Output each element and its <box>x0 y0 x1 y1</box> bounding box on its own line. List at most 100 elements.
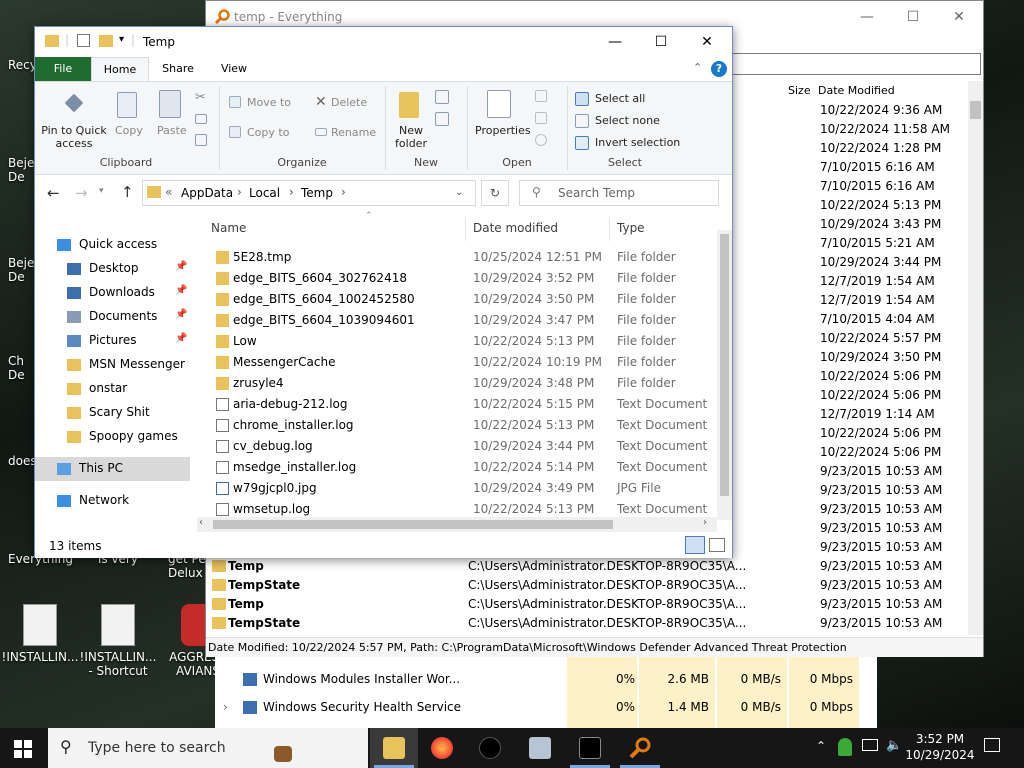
select-all-button[interactable]: Select all <box>595 92 645 105</box>
minimize-button[interactable]: — <box>844 1 890 33</box>
scroll-thumb[interactable] <box>720 234 729 496</box>
invert-selection-button[interactable]: Invert selection <box>595 136 680 149</box>
sidebar-item-onstar[interactable]: onstar <box>35 377 190 401</box>
desktop-icon-label[interactable]: Ch De <box>8 354 25 382</box>
file-row[interactable]: MessengerCache 10/22/2024 10:19 PM File fo… <box>213 352 720 373</box>
rename-button[interactable]: Rename <box>331 126 376 139</box>
name-column-header[interactable]: Name <box>211 221 246 235</box>
properties-button[interactable]: Properties <box>475 124 531 137</box>
sidebar-item-spoopy-games[interactable]: Spoopy games <box>35 425 190 449</box>
volume-icon[interactable]: 🔈 <box>886 738 902 753</box>
pin-to-quick-access-button[interactable]: Pin to Quick access <box>41 124 107 150</box>
select-none-button[interactable]: Select none <box>595 114 660 127</box>
overflow-chevron-icon[interactable]: « <box>165 185 172 199</box>
details-view-icon[interactable] <box>685 536 705 554</box>
up-arrow-icon[interactable]: ↑ <box>121 183 134 201</box>
copy-path-icon[interactable] <box>195 114 207 124</box>
tab-view[interactable]: View <box>211 57 257 81</box>
scroll-thumb[interactable] <box>970 101 981 119</box>
edit-icon[interactable] <box>535 112 547 124</box>
properties-check-icon[interactable] <box>77 34 90 47</box>
everything-search-input[interactable] <box>731 53 981 75</box>
forward-arrow-icon[interactable]: → <box>75 184 88 202</box>
cut-icon[interactable]: ✂ <box>195 90 206 105</box>
file-row[interactable]: edge_BITS_6604_1002452580 10/29/2024 3:50… <box>213 289 720 310</box>
date-modified-column-header[interactable]: Date modified <box>473 221 558 235</box>
close-button[interactable]: ✕ <box>684 27 730 57</box>
scroll-left-icon[interactable]: ‹ <box>199 517 203 528</box>
file-row[interactable]: Low 10/22/2024 5:13 PM File folder <box>213 331 720 352</box>
process-row[interactable]: › Windows Security Health Service 0% 1.4 MB… <box>215 694 877 722</box>
sidebar-item-pictures[interactable]: Pictures 📌 <box>35 329 190 353</box>
chevron-down-icon[interactable]: ⌄ <box>455 187 463 198</box>
file-list-horizontal-scrollbar[interactable]: ‹ › <box>197 517 717 532</box>
desktop-icon[interactable]: !INSTALLIN... - Shortcut <box>78 604 158 678</box>
file-list[interactable]: ⌃ Name Date modified Type 5E28.tmp 10/25/… <box>203 211 733 529</box>
everything-vertical-scrollbar[interactable] <box>968 81 983 635</box>
file-row[interactable]: chrome_installer.log 10/22/2024 5:13 PM Te… <box>213 415 720 436</box>
date-column-header[interactable]: Date Modified <box>818 84 895 97</box>
new-folder-button[interactable]: New folder <box>391 124 431 150</box>
address-bar[interactable]: « AppData › Local › Temp › ⌄ <box>142 180 476 206</box>
file-list-vertical-scrollbar[interactable] <box>717 230 732 520</box>
notification-icon[interactable] <box>984 738 1000 752</box>
sidebar-item-desktop[interactable]: Desktop 📌 <box>35 257 190 281</box>
sidebar-item-quick-access[interactable]: Quick access <box>35 233 190 257</box>
expand-chevron-icon[interactable]: › <box>223 700 228 714</box>
delete-button[interactable]: Delete <box>331 96 367 109</box>
easy-access-icon[interactable] <box>435 112 449 126</box>
file-row[interactable]: 5E28.tmp 10/25/2024 12:51 PM File folder <box>213 247 720 268</box>
sidebar-item-this-pc[interactable]: This PC <box>35 457 190 481</box>
explorer-titlebar[interactable]: | ▾ | Temp — ☐ ✕ <box>35 27 732 57</box>
desktop-icon-label[interactable]: Beje De <box>8 256 34 284</box>
refresh-icon[interactable]: ↻ <box>481 180 509 206</box>
file-row[interactable]: edge_BITS_6604_302762418 10/29/2024 3:52 … <box>213 268 720 289</box>
network-icon[interactable] <box>862 739 878 751</box>
taskbar-file-explorer[interactable] <box>370 728 418 768</box>
process-row[interactable]: Windows Modules Installer Wor... 0% 2.6 MB… <box>215 666 877 694</box>
back-arrow-icon[interactable]: ← <box>47 184 60 202</box>
large-icons-view-icon[interactable] <box>709 538 725 552</box>
file-row[interactable]: msedge_installer.log 10/22/2024 5:14 PM Te… <box>213 457 720 478</box>
maximize-button[interactable]: ☐ <box>890 1 936 33</box>
column-divider[interactable] <box>609 217 610 241</box>
tab-home[interactable]: Home <box>91 57 149 81</box>
copy-to-button[interactable]: Copy to <box>247 126 289 139</box>
file-row[interactable]: edge_BITS_6604_1039094601 10/29/2024 3:47… <box>213 310 720 331</box>
breadcrumb-temp[interactable]: Temp <box>301 186 333 200</box>
minimize-button[interactable]: — <box>592 27 638 57</box>
close-button[interactable]: ✕ <box>936 1 982 33</box>
copy-button[interactable]: Copy <box>115 124 143 137</box>
move-to-button[interactable]: Move to <box>247 96 291 109</box>
taskbar-app-window[interactable] <box>516 728 564 768</box>
scroll-thumb[interactable] <box>213 520 613 529</box>
desktop-icon[interactable]: !INSTALLIN... <box>0 604 80 664</box>
tab-file[interactable]: File <box>35 57 91 81</box>
search-box[interactable]: ⚲ Search Temp <box>519 180 719 206</box>
file-row[interactable]: w79gjcpl0.jpg 10/29/2024 3:49 PM JPG File <box>213 478 720 499</box>
result-row[interactable]: TempState C:\Users\Administrator.DESKTOP-… <box>206 576 968 595</box>
paste-button[interactable]: Paste <box>157 124 187 137</box>
sidebar-item-scary-shit[interactable]: Scary Shit <box>35 401 190 425</box>
file-row[interactable]: zrusyle4 10/29/2024 3:48 PM File folder <box>213 373 720 394</box>
scroll-right-icon[interactable]: › <box>703 517 707 528</box>
file-row[interactable]: aria-debug-212.log 10/22/2024 5:15 PM Text… <box>213 394 720 415</box>
system-clock[interactable]: 3:52 PM 10/29/2024 <box>904 731 976 763</box>
new-folder-quick-icon[interactable] <box>99 35 113 47</box>
file-row[interactable]: cv_debug.log 10/29/2024 3:44 PM Text Docum… <box>213 436 720 457</box>
desktop-icon-label[interactable]: Beje De <box>8 156 34 184</box>
taskbar-terminal[interactable] <box>566 728 614 768</box>
desktop-icon-label[interactable]: does <box>8 454 37 468</box>
taskbar-everything[interactable] <box>616 728 664 768</box>
show-hidden-icons-icon[interactable]: ⌃ <box>816 739 826 753</box>
new-item-icon[interactable] <box>435 90 449 104</box>
collapse-ribbon-icon[interactable]: ⌃ <box>693 61 702 74</box>
result-row[interactable]: TempState C:\Users\Administrator.DESKTOP-… <box>206 614 968 633</box>
history-icon[interactable] <box>535 134 547 146</box>
result-row[interactable]: Temp C:\Users\Administrator.DESKTOP-8R9OC… <box>206 557 968 576</box>
result-row[interactable]: Temp C:\Users\Administrator.DESKTOP-8R9OC… <box>206 595 968 614</box>
breadcrumb-local[interactable]: Local <box>249 186 280 200</box>
taskbar-firefox[interactable] <box>418 728 466 768</box>
navigation-pane[interactable]: Quick access Desktop 📌 Downloads 📌 Documents 📌… <box>35 217 193 529</box>
type-column-header[interactable]: Type <box>617 221 645 235</box>
